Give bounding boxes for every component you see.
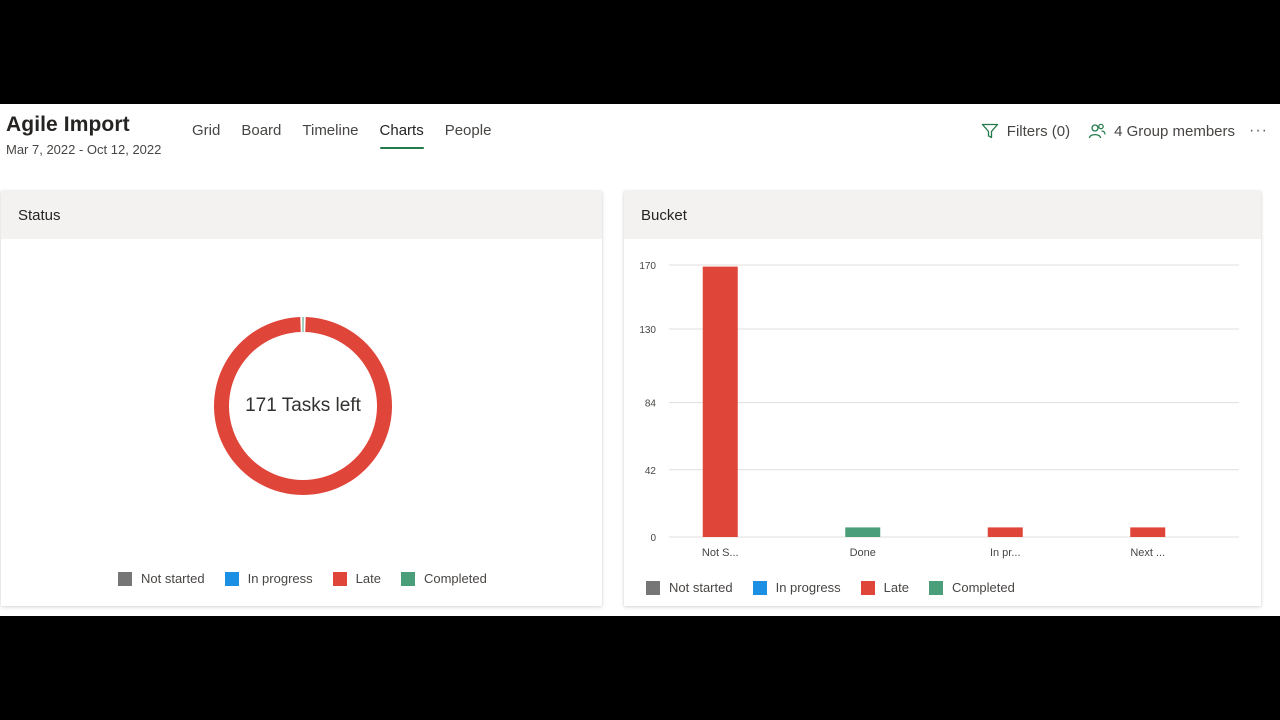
legend-swatch [860, 580, 875, 595]
legend-swatch [752, 580, 767, 595]
status-legend: Not started In progress Late Completed [118, 571, 487, 586]
legend-item-late[interactable]: Late [860, 580, 909, 595]
status-card: Status 171 Tasks left Not started In pro… [1, 191, 602, 606]
legend-swatch [118, 571, 132, 586]
plan-dates: Mar 7, 2022 - Oct 12, 2022 [6, 142, 162, 157]
tab-people[interactable]: People [445, 122, 492, 149]
legend-label: Completed [423, 571, 487, 586]
view-tabs: Grid Board Timeline Charts People [192, 122, 512, 149]
bucket-card: Bucket 0 42 84 130 170 Not S... Done In pr... Ne… [624, 191, 1261, 606]
legend-label: Not started [141, 571, 205, 586]
x-tick-label: Next ... [1130, 547, 1165, 559]
legend-swatch [400, 571, 415, 586]
bucket-legend: Not started In progress Late Completed [646, 580, 1015, 595]
y-tick-label: 42 [645, 466, 657, 477]
x-tick-label: Done [850, 547, 876, 559]
y-tick-label: 0 [650, 533, 656, 544]
tasks-left-label: 171 Tasks left [245, 395, 361, 416]
tab-board[interactable]: Board [241, 122, 281, 149]
legend-item-completed[interactable]: Completed [928, 580, 1015, 595]
plan-title: Agile Import [6, 113, 130, 136]
tab-charts[interactable]: Charts [379, 122, 424, 149]
planner-app: Agile Import Mar 7, 2022 - Oct 12, 2022 … [0, 104, 1280, 616]
plan-header: Agile Import Mar 7, 2022 - Oct 12, 2022 … [0, 104, 1280, 182]
x-tick-label: In pr... [990, 547, 1021, 559]
y-tick-label: 84 [645, 399, 657, 410]
legend-item-completed[interactable]: Completed [400, 571, 487, 586]
legend-swatch [332, 571, 347, 586]
group-members-label: 4 Group members [1114, 122, 1236, 140]
legend-label: In progress [775, 580, 841, 595]
tab-timeline[interactable]: Timeline [302, 122, 358, 149]
legend-swatch [224, 571, 239, 586]
x-tick-label: Not S... [702, 547, 739, 559]
legend-item-not-started[interactable]: Not started [118, 571, 205, 586]
legend-item-late[interactable]: Late [332, 571, 381, 586]
bar-completed[interactable] [845, 527, 881, 537]
bar-late[interactable] [987, 527, 1023, 537]
legend-swatch [646, 580, 660, 595]
legend-label: Late [355, 571, 381, 586]
legend-swatch [928, 580, 943, 595]
bucket-card-title: Bucket [624, 191, 1261, 239]
bar-late[interactable] [702, 266, 738, 537]
y-tick-label: 170 [639, 261, 656, 272]
legend-item-not-started[interactable]: Not started [646, 580, 733, 595]
status-donut-chart: 171 Tasks left [205, 308, 401, 504]
filter-icon [981, 123, 998, 139]
group-members-button[interactable]: 4 Group members [1088, 122, 1235, 140]
legend-item-in-progress[interactable]: In progress [224, 571, 313, 586]
header-actions: Filters (0) 4 Group members ··· [981, 122, 1268, 140]
legend-label: Completed [951, 580, 1015, 595]
legend-label: In progress [247, 571, 313, 586]
filters-button[interactable]: Filters (0) [981, 122, 1070, 140]
tab-grid[interactable]: Grid [192, 122, 220, 149]
people-icon [1088, 123, 1106, 139]
legend-label: Not started [669, 580, 733, 595]
legend-item-in-progress[interactable]: In progress [752, 580, 841, 595]
bar-late[interactable] [1130, 527, 1166, 537]
legend-label: Late [883, 580, 909, 595]
y-tick-label: 130 [639, 325, 656, 336]
bucket-bar-chart: 0 42 84 130 170 Not S... Done In pr... Next ... [639, 261, 1239, 559]
status-card-title: Status [1, 191, 602, 239]
filters-label: Filters (0) [1006, 122, 1071, 140]
more-options-icon[interactable]: ··· [1249, 122, 1268, 140]
